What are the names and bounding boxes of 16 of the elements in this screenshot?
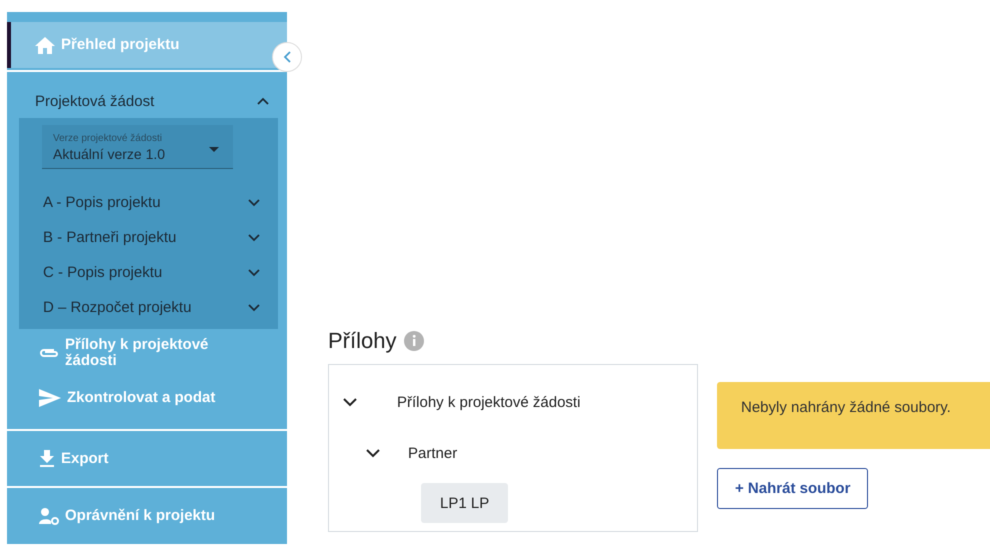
warning-alert: Nebyly nahrány žádné soubory. [717, 382, 990, 449]
nav-subitem[interactable]: D – Rozpočet projektu [19, 290, 278, 325]
version-select[interactable]: Verze projektové žádosti Aktuální verze 1.0 [42, 125, 233, 169]
tree-leaf[interactable]: LP1 LP [421, 483, 508, 523]
section-header[interactable]: Projektová žádost [7, 72, 287, 118]
tree-node[interactable]: Přílohy k projektové žádosti [343, 377, 697, 427]
nav-subitem[interactable]: C - Popis projektu [19, 255, 278, 290]
nav-item[interactable]: Zkontrolovat a podat [7, 377, 287, 419]
upload-button[interactable]: + Nahrát soubor [717, 468, 868, 509]
nav-item[interactable]: Oprávnění k projektu [7, 488, 287, 544]
section-title: Přílohy [328, 328, 396, 354]
nav-subitem[interactable]: A - Popis projektu [19, 185, 278, 220]
tree-node[interactable]: Partner [343, 427, 697, 479]
nav-subitem[interactable]: B - Partneři projektu [19, 220, 278, 255]
nav-item[interactable]: Přílohy k projektové žádosti [7, 329, 287, 377]
nav-item[interactable]: Export [7, 431, 287, 486]
